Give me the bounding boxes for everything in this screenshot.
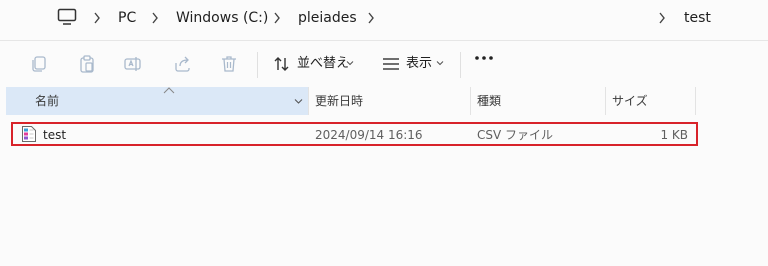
file-type: CSV ファイル — [477, 128, 554, 142]
view-button[interactable] — [380, 53, 402, 75]
command-bar: 並べ替え 表示 — [0, 41, 768, 87]
chevron-right-icon[interactable] — [366, 11, 376, 25]
csv-file-icon — [22, 126, 36, 142]
rename-button[interactable] — [122, 53, 144, 75]
toolbar-divider — [257, 52, 258, 78]
sort-icon — [274, 57, 289, 71]
column-divider[interactable] — [308, 87, 309, 115]
share-icon — [175, 56, 190, 72]
column-label-modified[interactable]: 更新日時 — [315, 93, 363, 109]
breadcrumb-windows-c[interactable]: Windows (C:) — [176, 9, 268, 27]
file-size: 1 KB — [660, 128, 688, 142]
trash-icon — [222, 56, 236, 72]
sort-ascending-icon — [163, 87, 175, 94]
breadcrumb-pc[interactable]: PC — [118, 9, 136, 27]
toolbar-divider — [460, 52, 461, 78]
delete-button[interactable] — [218, 53, 240, 75]
chevron-right-icon[interactable] — [92, 11, 102, 25]
file-name[interactable]: test — [43, 127, 66, 143]
column-label-size[interactable]: サイズ — [612, 93, 648, 109]
sort-button[interactable] — [271, 53, 293, 75]
column-header: 名前 更新日時 種類 サイズ — [0, 87, 768, 115]
share-button[interactable] — [172, 53, 194, 75]
column-divider[interactable] — [470, 87, 471, 115]
chevron-down-icon[interactable] — [294, 97, 303, 105]
rename-icon — [124, 57, 141, 71]
paste-icon — [80, 55, 94, 73]
chevron-down-icon[interactable] — [436, 59, 444, 67]
column-label-name[interactable]: 名前 — [35, 93, 59, 109]
chevron-right-icon[interactable] — [150, 11, 160, 25]
breadcrumb-test[interactable]: test — [684, 9, 711, 27]
chevron-down-icon[interactable] — [346, 59, 354, 67]
sort-label[interactable]: 並べ替え — [297, 56, 349, 72]
list-view-icon — [383, 58, 399, 70]
column-label-type[interactable]: 種類 — [477, 93, 501, 109]
view-label[interactable]: 表示 — [406, 56, 432, 72]
computer-icon[interactable] — [57, 8, 77, 26]
column-divider[interactable] — [695, 87, 696, 115]
chevron-right-icon[interactable] — [657, 11, 667, 25]
chevron-right-icon[interactable] — [272, 11, 282, 25]
paste-button[interactable] — [76, 53, 98, 75]
file-modified: 2024/09/14 16:16 — [315, 128, 423, 142]
breadcrumb-pleiades[interactable]: pleiades — [298, 9, 357, 27]
more-options-icon[interactable] — [474, 54, 494, 62]
copy-button[interactable] — [28, 53, 50, 75]
address-bar: PC Windows (C:) pleiades test — [0, 0, 768, 40]
copy-icon — [32, 56, 46, 72]
column-divider[interactable] — [605, 87, 606, 115]
